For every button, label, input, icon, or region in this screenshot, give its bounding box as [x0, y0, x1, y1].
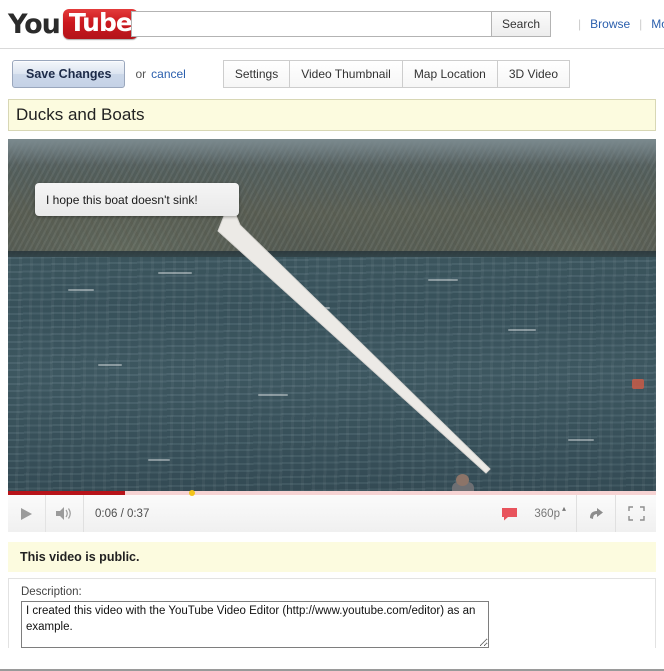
logo-tube-box: Tube: [62, 8, 138, 39]
editor-tab-group: Settings Video Thumbnail Map Location 3D…: [222, 60, 571, 88]
volume-button[interactable]: [46, 495, 84, 532]
cancel-link[interactable]: cancel: [151, 67, 186, 81]
annotation-text: I hope this boat doesn't sink!: [46, 192, 198, 207]
volume-icon: [55, 507, 71, 520]
sky-haze: [8, 139, 656, 165]
wave-crest: [98, 364, 122, 366]
or-label: or: [135, 67, 147, 81]
description-textarea[interactable]: [21, 601, 489, 648]
time-display: 0:06 / 0:37: [95, 507, 150, 520]
play-button[interactable]: [8, 495, 46, 532]
captions-button[interactable]: [490, 495, 528, 532]
action-bar: Save Changes or cancel Settings Video Th…: [0, 49, 664, 99]
fullscreen-button[interactable]: [616, 495, 656, 532]
nav-divider-2: |: [639, 17, 643, 31]
distant-boat: [632, 379, 644, 389]
nav-divider-1: |: [578, 17, 582, 31]
masthead-nav: | Browse | Mov: [569, 17, 664, 31]
play-icon: [21, 507, 32, 520]
youtube-logo[interactable]: You Tube: [4, 5, 138, 43]
wave-crest: [568, 439, 594, 441]
logo-tube-text: Tube: [68, 8, 133, 38]
progress-bar[interactable]: [8, 490, 656, 496]
chevron-up-icon: ▴: [561, 504, 566, 513]
masthead: You Tube Search | Browse | Mov: [0, 0, 664, 48]
search-bar: Search: [131, 11, 552, 37]
wave-crest: [148, 459, 170, 461]
search-button[interactable]: Search: [491, 11, 552, 37]
save-changes-button[interactable]: Save Changes: [12, 60, 126, 88]
search-input[interactable]: [131, 11, 491, 37]
video-player[interactable]: I hope this boat doesn't sink! 0:06 / 0:…: [8, 139, 656, 532]
share-icon: [590, 507, 603, 519]
privacy-status-banner: This video is public.: [8, 542, 656, 572]
annotation-marker[interactable]: [189, 490, 196, 496]
player-controls: 0:06 / 0:37 360p ▴: [8, 490, 656, 532]
nav-link-movies[interactable]: Mov: [651, 17, 664, 31]
tab-map-location[interactable]: Map Location: [402, 60, 498, 88]
wave-crest: [508, 329, 536, 331]
wave-crest: [428, 279, 458, 281]
wave-crest: [158, 272, 192, 274]
logo-you-text: You: [8, 8, 61, 40]
rower-head: [456, 474, 469, 486]
tab-settings[interactable]: Settings: [222, 60, 291, 88]
video-title-field[interactable]: Ducks and Boats: [8, 99, 656, 131]
wave-crest: [68, 289, 94, 291]
privacy-status-text: This video is public.: [20, 550, 140, 564]
tab-video-thumbnail[interactable]: Video Thumbnail: [290, 60, 403, 88]
annotation-speech-bubble[interactable]: I hope this boat doesn't sink!: [35, 183, 239, 216]
wave-crest: [308, 307, 330, 309]
progress-played: [8, 491, 125, 495]
wave-crest: [258, 394, 288, 396]
fullscreen-icon: [627, 506, 645, 521]
nav-link-browse[interactable]: Browse: [590, 17, 630, 31]
description-label: Description:: [21, 586, 82, 598]
video-title-text: Ducks and Boats: [16, 105, 145, 124]
description-panel: Description:: [8, 578, 656, 648]
quality-label: 360p: [534, 507, 560, 520]
quality-button[interactable]: 360p ▴: [528, 495, 576, 532]
captions-icon: [501, 507, 517, 520]
share-button[interactable]: [577, 495, 615, 532]
tab-3d-video[interactable]: 3D Video: [497, 60, 571, 88]
